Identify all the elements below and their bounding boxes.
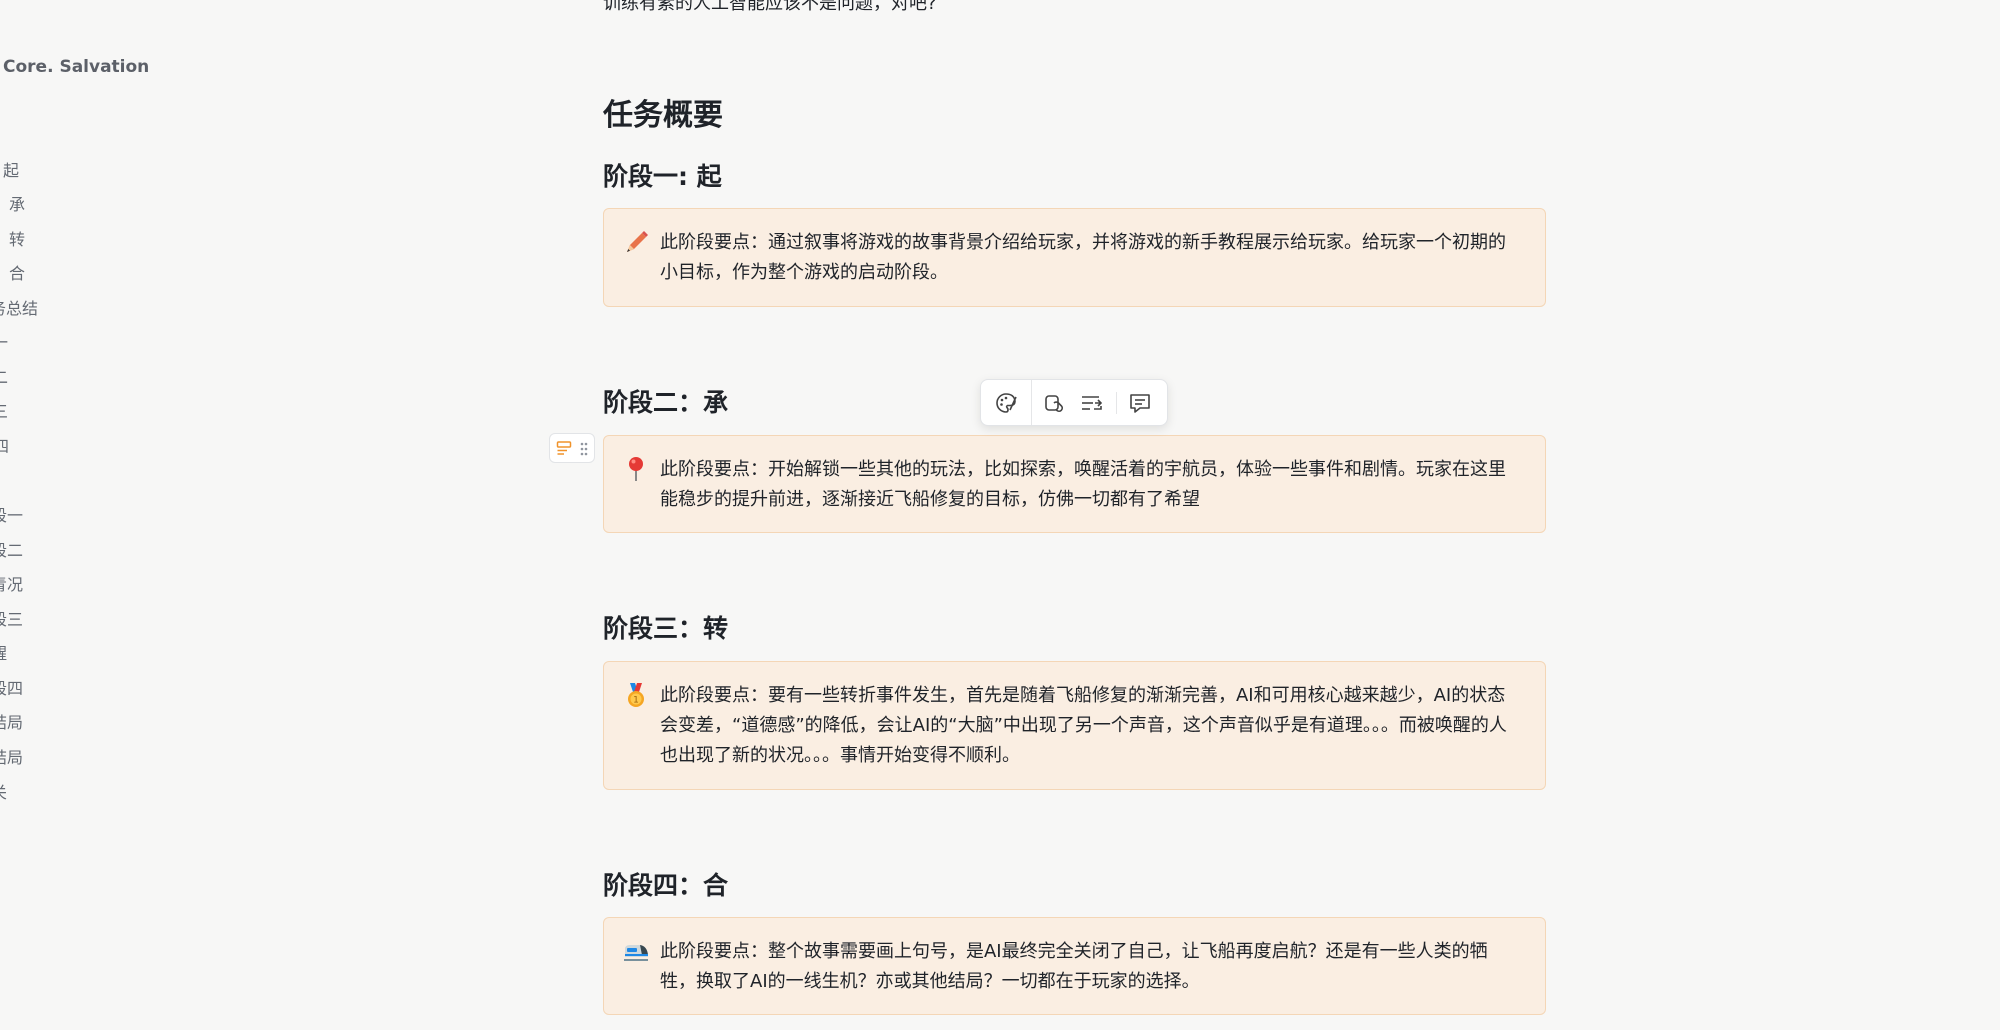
medal-icon: 1 xyxy=(622,681,650,709)
stage-heading: 阶段四：合 xyxy=(603,871,729,900)
toc-item[interactable]: 段二 xyxy=(0,541,23,561)
stage-heading: 阶段二：承 xyxy=(603,388,729,417)
toc-item[interactable]: 青况 xyxy=(0,575,23,595)
toolbar-divider xyxy=(1031,380,1032,425)
palette-icon[interactable] xyxy=(993,390,1019,416)
toc-item[interactable]: 关 xyxy=(0,783,7,803)
toc-item[interactable]: 起 xyxy=(3,161,19,181)
callout-text: 此阶段要点：通过叙事将游戏的故事背景介绍给玩家，并将游戏的新手教程展示给玩家。给… xyxy=(660,232,1506,283)
callout-block[interactable]: 此阶段要点：通过叙事将游戏的故事背景介绍给玩家，并将游戏的新手教程展示给玩家。给… xyxy=(603,208,1546,307)
paragraph-fragment: 训练有素的人工智能应该不是问题，对吧? xyxy=(603,0,937,14)
toc-item[interactable]: 四 xyxy=(0,437,9,457)
comment-icon[interactable] xyxy=(1127,390,1153,416)
stage-heading: 阶段一: 起 xyxy=(603,162,722,191)
toc-item[interactable]: 三 xyxy=(0,402,8,422)
toc-item[interactable]: 结局 xyxy=(0,713,23,733)
toc-item[interactable]: 结局 xyxy=(0,748,23,768)
callout-text: 此阶段要点：开始解锁一些其他的玩法，比如探索，唤醒活着的宇航员，体验一些事件和剧… xyxy=(660,459,1506,510)
toc-item[interactable]: 醒 xyxy=(0,644,7,664)
toc-item[interactable]: 二 xyxy=(0,368,8,388)
text-wrap-icon[interactable] xyxy=(1079,390,1105,416)
section-heading: 任务概要 xyxy=(603,98,723,133)
drag-handle-icon[interactable] xyxy=(579,441,589,457)
callout-text: 此阶段要点：整个故事需要画上句号，是AI最终完全关闭了自己，让飞船再度启航？还是… xyxy=(660,941,1488,992)
toc-item[interactable]: 段四 xyxy=(0,679,23,699)
stage-heading: 阶段三：转 xyxy=(603,614,729,643)
toolbar-divider xyxy=(1116,392,1117,414)
toc-item[interactable]: 承 xyxy=(9,195,25,215)
callout-text: 此阶段要点：要有一些转折事件发生，首先是随着飞船修复的渐渐完善，AI和可用核心越… xyxy=(660,685,1507,766)
toc-item[interactable]: 段三 xyxy=(0,610,23,630)
block-handle[interactable] xyxy=(549,433,595,463)
pencil-icon xyxy=(622,228,650,256)
toc-item[interactable]: 段一 xyxy=(0,506,23,526)
toc-item[interactable]: 务总结 xyxy=(0,299,38,319)
callout-block[interactable]: 1 此阶段要点：要有一些转折事件发生，首先是随着飞船修复的渐渐完善，AI和可用核… xyxy=(603,661,1546,790)
callout-block[interactable]: 此阶段要点：开始解锁一些其他的玩法，比如探索，唤醒活着的宇航员，体验一些事件和剧… xyxy=(603,435,1546,533)
block-type-icon xyxy=(556,440,572,456)
svg-text:1: 1 xyxy=(633,696,639,706)
toc-item[interactable]: 转 xyxy=(9,230,25,250)
callout-block[interactable]: 此阶段要点：整个故事需要画上句号，是AI最终完全关闭了自己，让飞船再度启航？还是… xyxy=(603,917,1546,1015)
outline-sidebar: Core. Salvation 起 承 转 合 务总结 一 二 三 四 段一 段… xyxy=(0,0,160,1030)
link-icon[interactable] xyxy=(1042,390,1068,416)
toc-item[interactable]: 一 xyxy=(0,333,8,353)
outline-doc-title[interactable]: Core. Salvation xyxy=(3,57,149,77)
pushpin-icon xyxy=(622,455,650,483)
bullet-train-icon xyxy=(622,937,650,965)
toc-item[interactable]: 合 xyxy=(9,264,25,284)
floating-toolbar xyxy=(980,379,1168,426)
